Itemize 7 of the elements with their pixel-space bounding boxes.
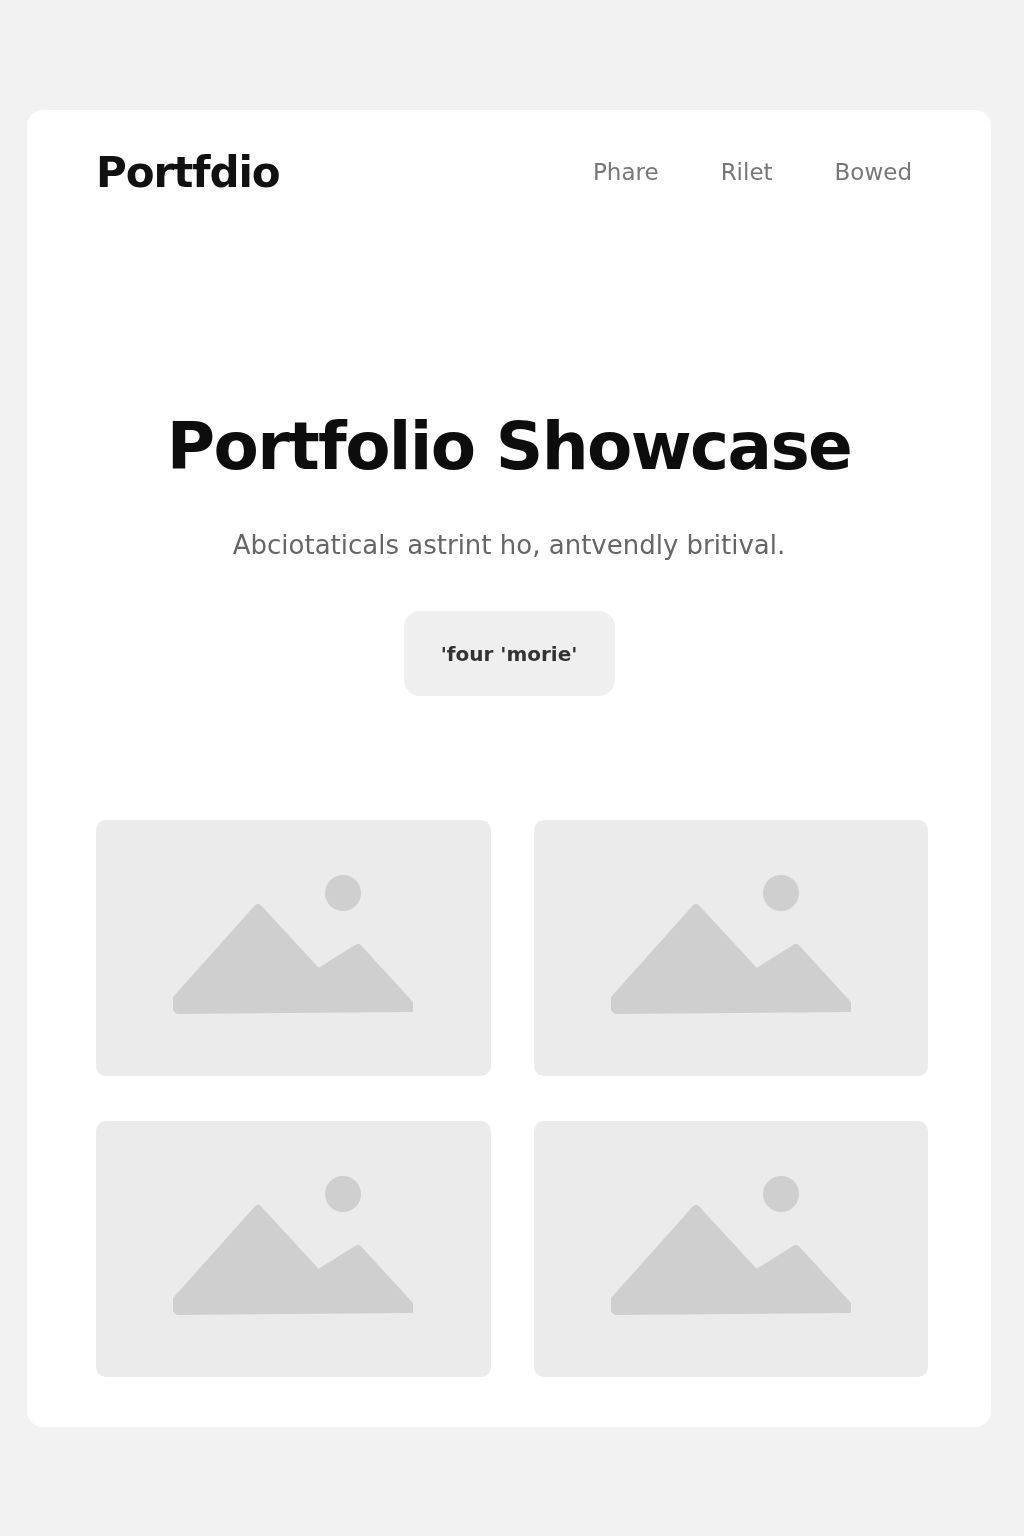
nav-link[interactable]: Bowed — [834, 154, 912, 190]
hero-title: Portfolio Showcase — [166, 414, 852, 480]
nav-link[interactable]: Phare — [593, 154, 659, 190]
hero-subtitle: Abciotaticals astrint ho, antvendly britival. — [232, 529, 786, 562]
cta-button[interactable]: 'four 'morie' — [403, 611, 615, 696]
nav-link[interactable]: Rilet — [720, 154, 773, 190]
logo[interactable]: Portfdio — [96, 140, 280, 204]
